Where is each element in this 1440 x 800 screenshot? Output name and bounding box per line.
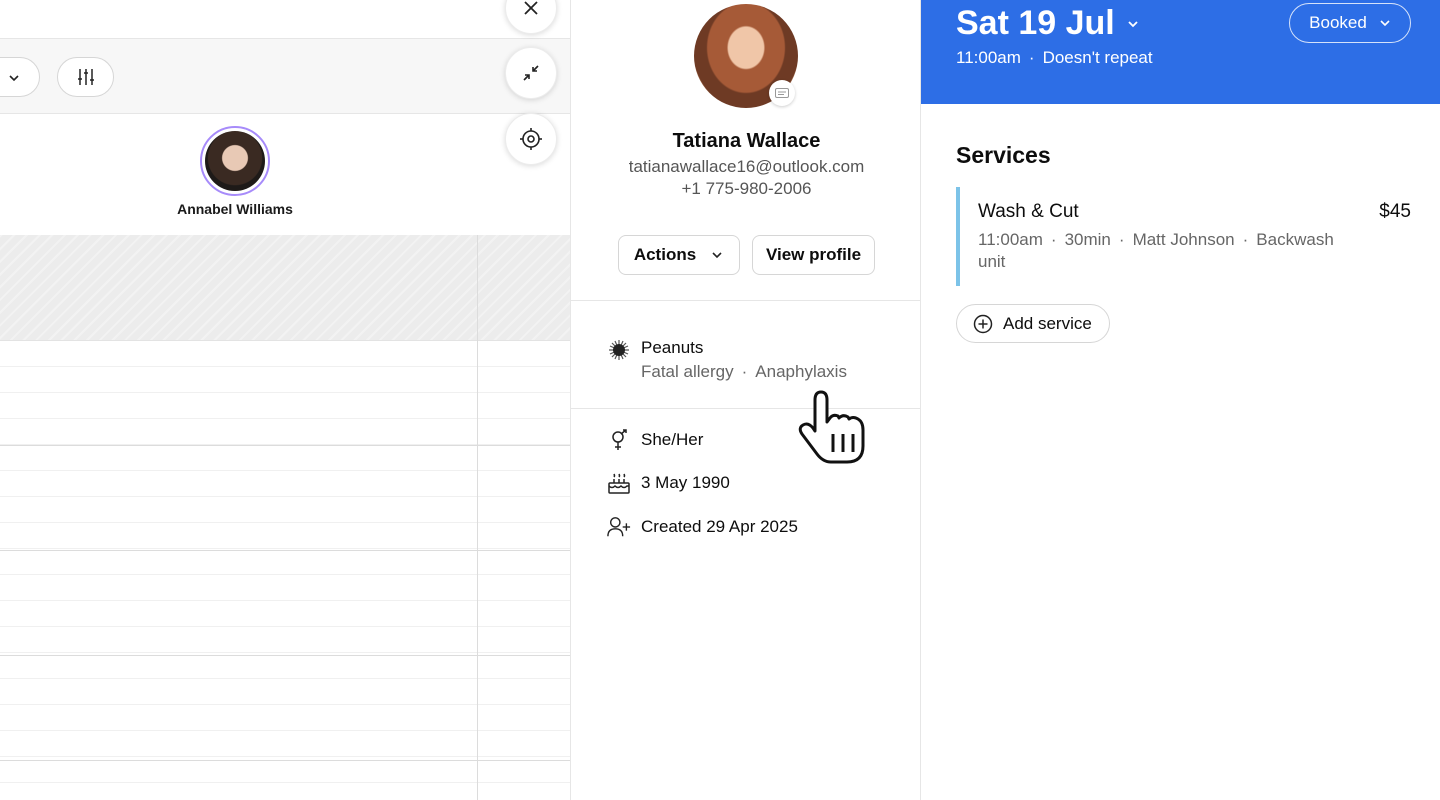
allergy-icon [609, 340, 629, 360]
appointment-panel: Sat 19 Jul 11:00am · Doesn't repeat Booked… [921, 0, 1440, 800]
column-divider [477, 235, 478, 800]
services-heading: Services [956, 142, 1051, 168]
appointment-time-repeat[interactable]: 11:00am · Doesn't repeat [956, 48, 1153, 68]
calendar-grid[interactable] [0, 341, 570, 800]
close-icon [524, 1, 538, 15]
pronouns-text: She/Her [641, 430, 704, 449]
add-user-icon [607, 515, 631, 539]
chevron-down-icon [712, 252, 722, 259]
hand-cursor-icon [798, 390, 865, 464]
service-item[interactable]: Wash & Cut $45 11:00am · 30min · Matt Johnso… [956, 187, 1411, 286]
blocked-time-slot [0, 235, 570, 341]
chevron-down-icon [9, 75, 19, 82]
created-row: Created 29 Apr 2025 [607, 514, 798, 540]
add-service-button[interactable]: Add service [956, 304, 1110, 343]
service-time: 11:00am [978, 230, 1043, 249]
service-staff: Matt Johnson [1132, 230, 1235, 249]
allergy-severity: Fatal allergy [641, 362, 734, 381]
appointment-date: Sat 19 Jul [956, 4, 1115, 42]
appointment-time: 11:00am [956, 48, 1021, 67]
appointment-header: Sat 19 Jul 11:00am · Doesn't repeat Booked [921, 0, 1440, 104]
add-service-label: Add service [1003, 313, 1092, 333]
client-phone: +1 775-980-2006 [681, 179, 812, 198]
chevron-down-icon [1128, 20, 1138, 27]
sliders-icon [77, 69, 94, 85]
service-duration: 30min [1064, 230, 1111, 249]
id-card-icon[interactable] [769, 80, 795, 106]
service-price: $45 [1379, 201, 1411, 222]
divider [571, 300, 920, 301]
service-name: Wash & Cut [978, 201, 1079, 222]
view-profile-label: View profile [765, 245, 862, 264]
pronouns-row: She/Her [607, 427, 703, 453]
date-selector[interactable]: Sat 19 Jul [956, 4, 1141, 43]
client-name: Tatiana Wallace [672, 130, 821, 152]
chevron-down-icon [1380, 20, 1390, 27]
view-profile-button[interactable]: View profile [752, 235, 875, 275]
birthday-row: 3 May 1990 [607, 470, 730, 496]
birthday-text: 3 May 1990 [641, 473, 730, 492]
gender-icon [607, 428, 631, 452]
allergy-reaction: Anaphylaxis [755, 362, 847, 381]
actions-button[interactable]: Actions [618, 235, 740, 275]
view-dropdown[interactable] [0, 57, 40, 97]
staff-name: Annabel Williams [177, 201, 293, 217]
allergy-title: Peanuts [641, 338, 704, 357]
calendar-view: Annabel Williams [0, 0, 570, 800]
collapse-icon [523, 65, 539, 81]
status-dropdown[interactable]: Booked [1289, 3, 1411, 43]
filter-button[interactable] [57, 57, 114, 97]
collapse-button[interactable] [505, 47, 557, 99]
status-label: Booked [1309, 13, 1367, 32]
plus-circle-icon [973, 314, 993, 333]
allergy-details: Fatal allergy · Anaphylaxis [641, 362, 847, 381]
crosshair-icon [520, 128, 542, 150]
created-text: Created 29 Apr 2025 [641, 517, 798, 536]
locate-button[interactable] [505, 113, 557, 165]
cake-icon [607, 471, 631, 495]
service-details: 11:00am · 30min · Matt Johnson · Backwash unit [978, 230, 1334, 271]
calendar-topbar [0, 0, 570, 39]
client-email: tatianawallace16@outlook.com [628, 157, 865, 176]
actions-label: Actions [633, 245, 697, 264]
appointment-repeat: Doesn't repeat [1042, 48, 1153, 67]
staff-avatar[interactable] [200, 126, 270, 196]
